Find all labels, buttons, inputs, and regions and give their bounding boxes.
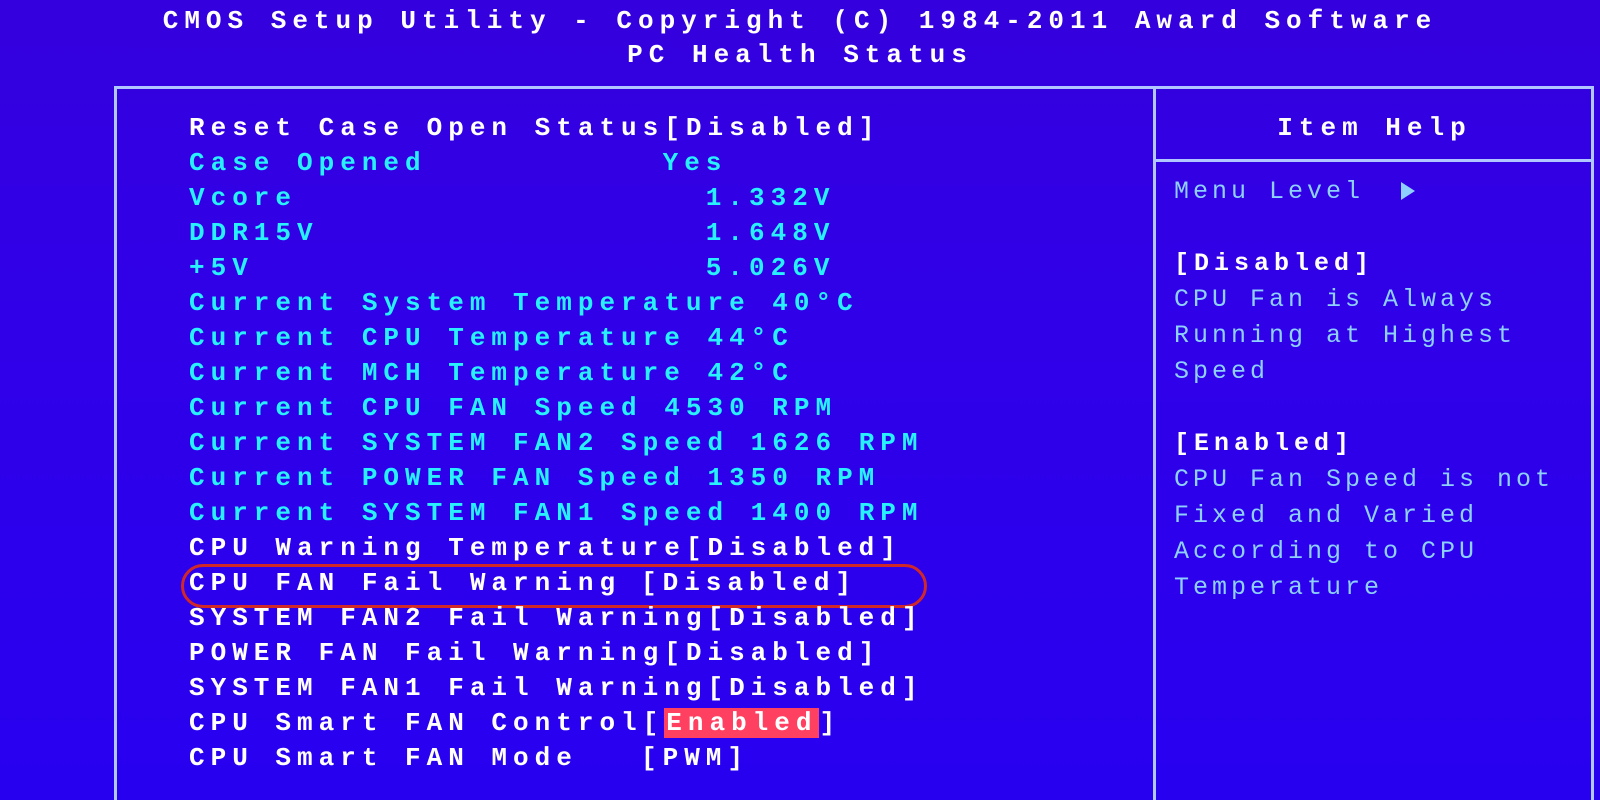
header-title: CMOS Setup Utility - Copyright (C) 1984-… xyxy=(0,4,1600,38)
help-disabled-heading: [Disabled] xyxy=(1174,246,1575,282)
setting-current-cpu-temperature: Current CPU Temperature 44°C xyxy=(189,321,1133,356)
setting-system-fan2-fail-warning[interactable]: SYSTEM FAN2 Fail Warning[Disabled] xyxy=(189,601,1133,636)
help-body: Menu Level [Disabled] CPU Fan is Always … xyxy=(1174,174,1575,606)
setting-cpu-smart-fan-mode[interactable]: CPU Smart FAN Mode[PWM] xyxy=(189,741,1133,776)
bracket-close: ] xyxy=(819,708,841,738)
setting-label: Current SYSTEM FAN2 Speed xyxy=(189,426,729,461)
setting-value: 1.332V xyxy=(641,181,835,216)
menu-level-row: Menu Level xyxy=(1174,174,1575,210)
setting-cpu-smart-fan-control[interactable]: CPU Smart FAN Control[Enabled] xyxy=(189,706,1133,741)
header-subtitle: PC Health Status xyxy=(0,38,1600,72)
setting-label: Current MCH Temperature xyxy=(189,356,686,391)
bios-frame: Reset Case Open Status[Disabled]Case Ope… xyxy=(114,86,1594,800)
bios-header: CMOS Setup Utility - Copyright (C) 1984-… xyxy=(0,0,1600,72)
setting-reset-case-open-status[interactable]: Reset Case Open Status[Disabled] xyxy=(189,111,1133,146)
setting-value: 1350 RPM xyxy=(686,461,880,496)
setting-value: [Disabled] xyxy=(641,566,857,601)
help-title: Item Help xyxy=(1174,109,1575,147)
setting-label: SYSTEM FAN2 Fail Warning xyxy=(189,601,707,636)
help-enabled-heading: [Enabled] xyxy=(1174,426,1575,462)
help-disabled-text: CPU Fan is Always Running at Highest Spe… xyxy=(1174,282,1575,390)
bracket-open: [ xyxy=(643,708,665,738)
setting-value: 1.648V xyxy=(641,216,835,251)
setting-current-cpu-fan-speed: Current CPU FAN Speed 4530 RPM xyxy=(189,391,1133,426)
setting-5v: +5V 5.026V xyxy=(189,251,1133,286)
setting-label: Current SYSTEM FAN1 Speed xyxy=(189,496,729,531)
setting-current-system-fan2-speed: Current SYSTEM FAN2 Speed 1626 RPM xyxy=(189,426,1133,461)
setting-power-fan-fail-warning[interactable]: POWER FAN Fail Warning[Disabled] xyxy=(189,636,1133,671)
item-help-panel: Item Help Menu Level [Disabled] CPU Fan … xyxy=(1153,89,1591,800)
setting-label: Current POWER FAN Speed xyxy=(189,461,686,496)
setting-label: +5V xyxy=(189,251,641,286)
setting-case-opened: Case Opened Yes xyxy=(189,146,1133,181)
setting-value: [Disabled] xyxy=(707,601,923,636)
setting-label: Current System Temperature xyxy=(189,286,751,321)
setting-vcore: Vcore 1.332V xyxy=(189,181,1133,216)
setting-label: DDR15V xyxy=(189,216,641,251)
setting-value: [Disabled] xyxy=(664,636,880,671)
setting-label: Current CPU Temperature xyxy=(189,321,686,356)
setting-label: CPU Smart FAN Control xyxy=(189,706,643,741)
setting-label: CPU Smart FAN Mode xyxy=(189,741,641,776)
setting-current-system-temperature: Current System Temperature 40°C xyxy=(189,286,1133,321)
setting-value: 44°C xyxy=(686,321,794,356)
setting-value: [Enabled] xyxy=(643,706,841,741)
menu-level-label: Menu Level xyxy=(1174,177,1364,206)
help-enabled-text: CPU Fan Speed is not Fixed and Varied Ac… xyxy=(1174,462,1575,606)
setting-value: 4530 RPM xyxy=(643,391,837,426)
setting-label: SYSTEM FAN1 Fail Warning xyxy=(189,671,707,706)
setting-current-mch-temperature: Current MCH Temperature 42°C xyxy=(189,356,1133,391)
setting-value: 1626 RPM xyxy=(729,426,923,461)
setting-value: Yes xyxy=(641,146,727,181)
settings-panel: Reset Case Open Status[Disabled]Case Ope… xyxy=(117,89,1153,800)
setting-value: [Disabled] xyxy=(686,531,902,566)
setting-ddr15v: DDR15V 1.648V xyxy=(189,216,1133,251)
setting-value: 42°C xyxy=(686,356,794,391)
setting-system-fan1-fail-warning[interactable]: SYSTEM FAN1 Fail Warning[Disabled] xyxy=(189,671,1133,706)
help-divider xyxy=(1156,159,1593,162)
setting-cpu-warning-temperature[interactable]: CPU Warning Temperature[Disabled] xyxy=(189,531,1133,566)
setting-value: [Disabled] xyxy=(707,671,923,706)
setting-label: Current CPU FAN Speed xyxy=(189,391,643,426)
setting-current-power-fan-speed: Current POWER FAN Speed 1350 RPM xyxy=(189,461,1133,496)
setting-cpu-fan-fail-warning[interactable]: CPU FAN Fail Warning[Disabled] xyxy=(189,566,1133,601)
setting-label: CPU Warning Temperature xyxy=(189,531,686,566)
setting-value: [PWM] xyxy=(641,741,749,776)
chevron-right-icon xyxy=(1401,182,1415,200)
setting-current-system-fan1-speed: Current SYSTEM FAN1 Speed 1400 RPM xyxy=(189,496,1133,531)
selected-value: Enabled xyxy=(664,708,819,738)
setting-value: 40°C xyxy=(751,286,859,321)
bios-screen: CMOS Setup Utility - Copyright (C) 1984-… xyxy=(0,0,1600,800)
setting-value: 1400 RPM xyxy=(729,496,923,531)
setting-value: [Disabled] xyxy=(664,111,880,146)
setting-label: POWER FAN Fail Warning xyxy=(189,636,664,671)
setting-value: 5.026V xyxy=(641,251,835,286)
setting-label: Reset Case Open Status xyxy=(189,111,664,146)
setting-label: Case Opened xyxy=(189,146,641,181)
setting-label: Vcore xyxy=(189,181,641,216)
setting-label: CPU FAN Fail Warning xyxy=(189,566,641,601)
